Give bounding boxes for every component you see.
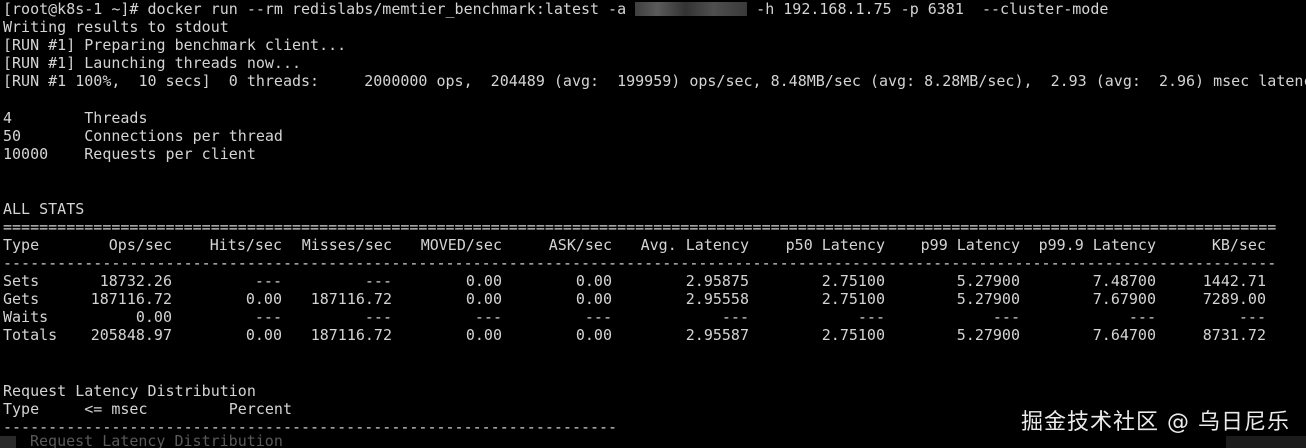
ghost-scroll-text: Request Latency Distribution — [30, 432, 283, 448]
header-avg-latency: Avg. Latency — [640, 236, 749, 254]
command-prefix: [root@k8s-1 ~]# docker run --rm redislab… — [3, 0, 636, 18]
cell: 187116.72 — [310, 326, 392, 344]
header-hits: Hits/sec — [209, 236, 282, 254]
output-line: Writing results to stdout — [3, 18, 229, 36]
cell: 0.00 — [575, 272, 612, 290]
cell: 0.00 — [465, 290, 502, 308]
cell: 2.75100 — [821, 290, 885, 308]
cell: 0.00 — [245, 326, 282, 344]
table-row: Gets 187116.72 0.00 187116.72 0.00 0.00 … — [0, 290, 1280, 308]
cell: 2.95875 — [685, 272, 749, 290]
terminal-window[interactable]: [root@k8s-1 ~]# docker run --rm redislab… — [0, 0, 1306, 448]
cell: 187116.72 — [90, 290, 172, 308]
header-misses: Misses/sec — [301, 236, 392, 254]
cell: 0.00 — [465, 272, 502, 290]
cell: 5.27900 — [956, 272, 1020, 290]
cell: --- — [857, 308, 885, 326]
cell: --- — [992, 308, 1020, 326]
cell: 187116.72 — [310, 290, 392, 308]
cell: 7289.00 — [1202, 290, 1266, 308]
cell: 2.95558 — [685, 290, 749, 308]
cell: 8731.72 — [1202, 326, 1266, 344]
latency-dist-title: Request Latency Distribution — [3, 382, 256, 400]
header-p999: p99.9 Latency — [1038, 236, 1156, 254]
cell: 0.00 — [245, 290, 282, 308]
progress-line: [RUN #1 100%, 10 secs] 0 threads: 200000… — [3, 72, 1306, 90]
command-line: [root@k8s-1 ~]# docker run --rm redislab… — [3, 0, 1108, 18]
all-stats-title: ALL STATS — [3, 200, 85, 218]
config-threads: 4 Threads — [3, 109, 148, 127]
output-line: [RUN #1] Launching threads now... — [3, 54, 302, 72]
double-rule: ========================================… — [3, 218, 1276, 236]
cell: --- — [1238, 308, 1266, 326]
single-rule: ----------------------------------------… — [3, 254, 1276, 272]
cell: --- — [721, 308, 749, 326]
cell-type: Totals — [3, 326, 58, 344]
cell: 5.27900 — [956, 290, 1020, 308]
table-row: Totals 205848.97 0.00 187116.72 0.00 0.0… — [0, 326, 1280, 344]
cell-type: Waits — [3, 308, 49, 326]
header-ask: ASK/sec — [548, 236, 612, 254]
header-kbsec: KB/sec — [1211, 236, 1266, 254]
header-moved: MOVED/sec — [420, 236, 502, 254]
cell-type: Sets — [3, 272, 40, 290]
cell: 7.67900 — [1092, 290, 1156, 308]
cell: 7.48700 — [1092, 272, 1156, 290]
cell: --- — [254, 308, 282, 326]
scroll-edge-right — [1226, 436, 1306, 448]
header-p50: p50 Latency — [785, 236, 885, 254]
cell: 205848.97 — [90, 326, 172, 344]
table-row: Waits 0.00 --- --- --- --- --- --- --- -… — [0, 308, 1280, 326]
cell: 7.64700 — [1092, 326, 1156, 344]
cell: --- — [474, 308, 502, 326]
cell-type: Gets — [3, 290, 40, 308]
header-type: Type — [3, 236, 40, 254]
cell: 18732.26 — [99, 272, 172, 290]
cell: --- — [584, 308, 612, 326]
redacted-password — [635, 2, 748, 16]
stats-header-row: Type Ops/sec Hits/sec Misses/sec MOVED/s… — [0, 236, 1280, 254]
cell: 0.00 — [465, 326, 502, 344]
cell: 0.00 — [575, 326, 612, 344]
cell: --- — [364, 272, 392, 290]
scroll-edge-left — [0, 436, 16, 448]
cell: 2.75100 — [821, 272, 885, 290]
cell: 1442.71 — [1202, 272, 1266, 290]
cell: 0.00 — [135, 308, 172, 326]
output-line: [RUN #1] Preparing benchmark client... — [3, 36, 347, 54]
config-requests: 10000 Requests per client — [3, 145, 256, 163]
command-suffix: -h 192.168.1.75 -p 6381 --cluster-mode — [747, 0, 1109, 18]
cell: --- — [1128, 308, 1156, 326]
header-ops: Ops/sec — [108, 236, 172, 254]
header-p99: p99 Latency — [920, 236, 1020, 254]
cell: 2.75100 — [821, 326, 885, 344]
table-row: Sets 18732.26 --- --- 0.00 0.00 2.95875 … — [0, 272, 1280, 290]
watermark-logo: 掘金技术社区 @ 乌日尼乐 — [1021, 409, 1290, 435]
cell: 2.95587 — [685, 326, 749, 344]
cell: 0.00 — [575, 290, 612, 308]
cell: --- — [364, 308, 392, 326]
cell: 5.27900 — [956, 326, 1020, 344]
latency-dist-header: Type <= msec Percent — [3, 400, 292, 418]
config-connections: 50 Connections per thread — [3, 127, 283, 145]
cell: --- — [254, 272, 282, 290]
